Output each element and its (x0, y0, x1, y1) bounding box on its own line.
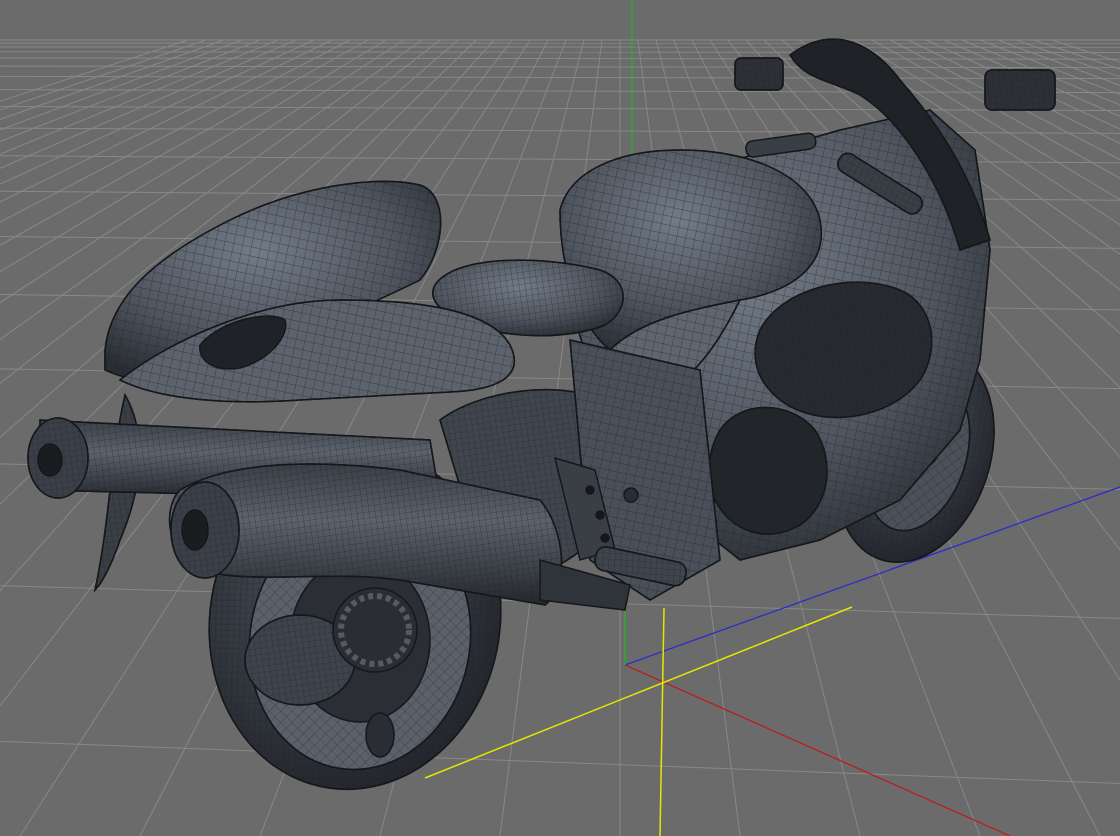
grid-line (1033, 39, 1120, 70)
grid-line (0, 89, 1120, 94)
motorcycle-mesh-icon[interactable] (27, 38, 1056, 812)
grid-line (997, 39, 1120, 86)
viewport-canvas[interactable] (0, 0, 1120, 836)
x-axis (624, 664, 1011, 836)
grid-line (0, 57, 1120, 60)
grid-line (1015, 39, 1120, 78)
grid-line (0, 75, 1120, 80)
grid-line (0, 51, 1120, 53)
grid-line (0, 105, 1120, 111)
3d-viewport[interactable] (0, 0, 1120, 836)
grid-line (979, 39, 1120, 96)
